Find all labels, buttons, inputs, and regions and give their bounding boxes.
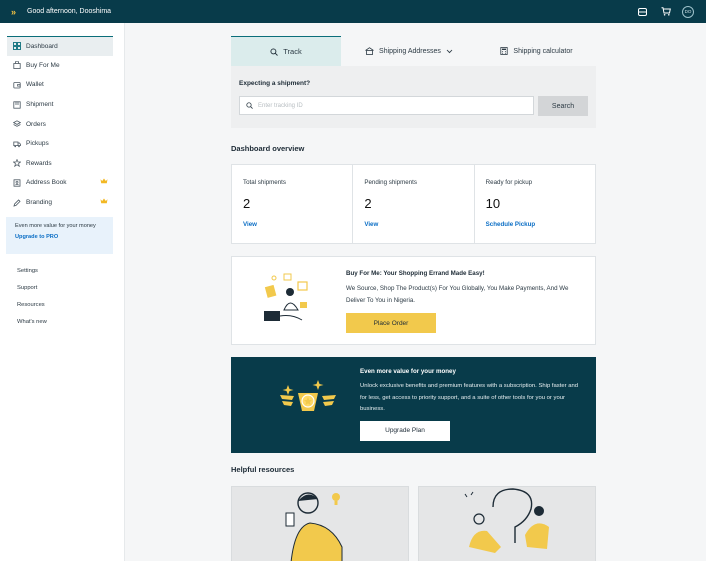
sidebar-item-label: Address Book xyxy=(26,179,67,187)
buy-for-me-card: Buy For Me: Your Shopping Errand Made Ea… xyxy=(231,256,596,345)
sidebar-item-orders[interactable]: Orders xyxy=(7,114,113,134)
sidebar-item-address-book[interactable]: Address Book xyxy=(7,173,113,193)
resource-card[interactable] xyxy=(418,486,596,561)
settings-link[interactable]: Settings xyxy=(17,268,124,285)
upgrade-banner: Even more value for your money Unlock ex… xyxy=(231,357,596,453)
stat-label: Pending shipments xyxy=(364,179,417,186)
support-link[interactable]: Support xyxy=(17,285,124,302)
main-content: Track Shipping Addresses Shipping calcul… xyxy=(231,36,596,561)
sidebar-item-label: Wallet xyxy=(26,81,44,89)
track-question: Expecting a shipment? xyxy=(239,80,311,87)
tab-label: Shipping Addresses xyxy=(379,47,441,55)
sidebar-item-wallet[interactable]: Wallet xyxy=(7,75,113,95)
upgrade-pro-link[interactable]: Upgrade to PRO xyxy=(15,234,113,240)
track-panel: Expecting a shipment? Enter tracking ID … xyxy=(231,66,596,128)
cart-icon[interactable] xyxy=(659,5,672,18)
overview-stats: Total shipments 2 View Pending shipments… xyxy=(231,164,596,244)
sidebar-item-pickups[interactable]: Pickups xyxy=(7,134,113,154)
sidebar-nav: Dashboard Buy For Me Wallet Shipment Ord… xyxy=(0,36,124,212)
upgrade-plan-button[interactable]: Upgrade Plan xyxy=(360,420,450,441)
layers-icon xyxy=(13,120,21,128)
pickup-icon xyxy=(13,140,21,148)
sidebar-item-buy-for-me[interactable]: Buy For Me xyxy=(7,56,113,76)
avatar[interactable]: DO xyxy=(682,5,694,18)
resource-card[interactable] xyxy=(231,486,409,561)
sidebar-links: Settings Support Resources What's new xyxy=(17,268,124,336)
sidebar-item-branding[interactable]: Branding xyxy=(7,193,113,213)
stat-value: 2 xyxy=(243,196,251,211)
winged-star-badge-icon xyxy=(280,380,336,411)
sidebar-item-label: Rewards xyxy=(26,159,52,167)
star-icon xyxy=(13,159,21,168)
promo-text: Even more value for your money xyxy=(15,223,96,230)
schedule-pickup-link[interactable]: Schedule Pickup xyxy=(486,221,595,228)
overview-title: Dashboard overview xyxy=(231,144,305,153)
sidebar-item-label: Shipment xyxy=(26,101,54,109)
search-button[interactable]: Search xyxy=(538,96,588,116)
crown-icon xyxy=(100,178,108,186)
helpful-resources-title: Helpful resources xyxy=(231,465,295,474)
upgrade-title: Even more value for your money xyxy=(360,368,456,375)
buy-for-me-title: Buy For Me: Your Shopping Errand Made Ea… xyxy=(346,270,485,277)
pen-icon xyxy=(13,198,21,207)
tab-bar: Track Shipping Addresses Shipping calcul… xyxy=(231,36,596,66)
stat-pending-shipments: Pending shipments 2 View xyxy=(353,165,475,243)
book-icon xyxy=(13,179,21,187)
building-icon xyxy=(365,47,374,55)
stat-label: Total shipments xyxy=(243,179,286,186)
question-mark-illustration xyxy=(464,488,549,553)
grid-icon xyxy=(13,42,21,51)
stat-total-shipments: Total shipments 2 View xyxy=(232,165,354,243)
tab-shipping-addresses[interactable]: Shipping Addresses xyxy=(341,36,477,66)
sidebar-item-label: Dashboard xyxy=(26,42,58,50)
sidebar-item-label: Buy For Me xyxy=(26,61,60,69)
stat-label: Ready for pickup xyxy=(485,179,533,186)
sidebar-item-label: Orders xyxy=(26,120,46,128)
sidebar-item-dashboard[interactable]: Dashboard xyxy=(7,36,113,56)
stat-value: 10 xyxy=(485,196,501,211)
logo-icon[interactable]: » xyxy=(11,7,16,17)
crown-icon xyxy=(100,198,108,206)
tracking-id-input[interactable]: Enter tracking ID xyxy=(239,96,534,115)
sidebar: Dashboard Buy For Me Wallet Shipment Ord… xyxy=(0,23,125,561)
greeting: Good afternoon, Dooshima xyxy=(27,8,112,15)
top-bar: » Good afternoon, Dooshima DO xyxy=(0,0,706,23)
view-total-shipments-link[interactable]: View xyxy=(243,221,352,228)
calculator-icon xyxy=(500,47,509,55)
sidebar-item-label: Pickups xyxy=(26,140,49,148)
resources-grid xyxy=(231,486,596,561)
resources-link[interactable]: Resources xyxy=(17,302,124,319)
phone-user-illustration xyxy=(285,492,343,561)
search-icon xyxy=(270,47,279,56)
stat-value: 2 xyxy=(364,196,372,211)
wallet-icon xyxy=(13,81,21,89)
chevron-down-icon[interactable] xyxy=(446,49,453,54)
sidebar-item-shipment[interactable]: Shipment xyxy=(7,95,113,115)
search-icon xyxy=(246,102,253,109)
buy-for-me-description: We Source, Shop The Product(s) For You G… xyxy=(346,285,569,304)
view-pending-shipments-link[interactable]: View xyxy=(364,221,473,228)
bag-icon xyxy=(13,61,21,70)
box-icon xyxy=(13,100,21,109)
shopping-illustration xyxy=(264,273,308,321)
tab-label: Shipping calculator xyxy=(513,47,573,55)
place-order-button[interactable]: Place Order xyxy=(346,313,436,333)
tab-shipping-calculator[interactable]: Shipping calculator xyxy=(477,36,596,66)
tracking-id-placeholder: Enter tracking ID xyxy=(258,102,303,109)
upgrade-description: Unlock exclusive benefits and premium fe… xyxy=(360,383,579,412)
upgrade-promo: Even more value for your money Upgrade t… xyxy=(6,217,113,255)
tab-label: Track xyxy=(283,47,302,56)
whats-new-link[interactable]: What's new xyxy=(17,319,124,336)
sidebar-item-rewards[interactable]: Rewards xyxy=(7,154,113,174)
tab-track[interactable]: Track xyxy=(231,36,341,66)
inbox-icon[interactable] xyxy=(636,5,649,18)
sidebar-item-label: Branding xyxy=(26,199,53,207)
stat-ready-for-pickup: Ready for pickup 10 Schedule Pickup xyxy=(475,165,595,243)
